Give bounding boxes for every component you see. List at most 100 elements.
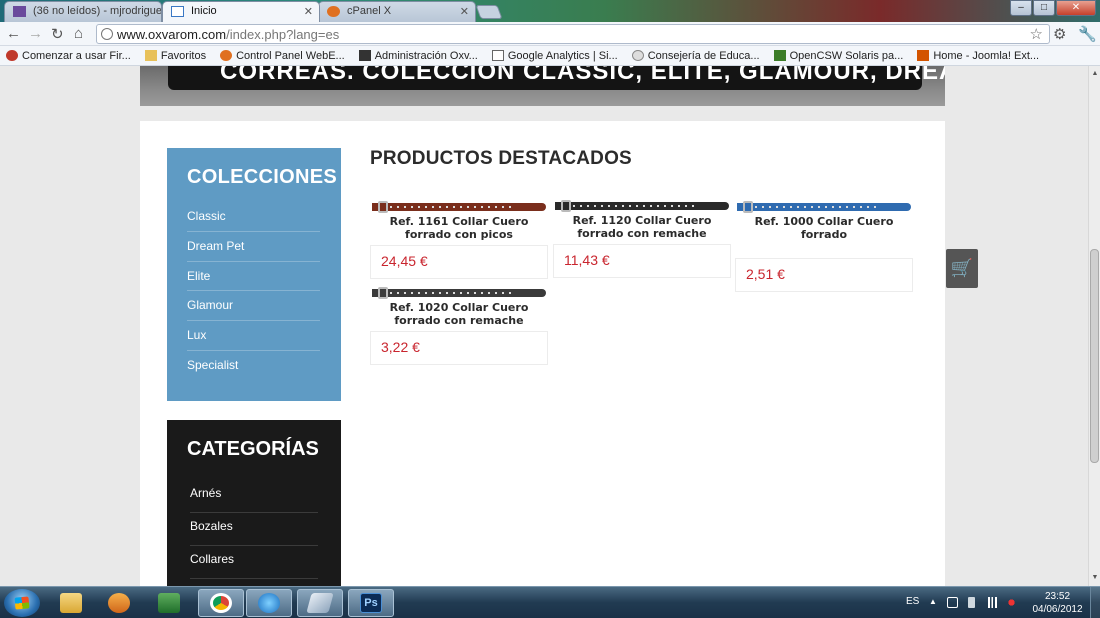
signal-icon[interactable] [986,597,997,608]
bookmark-item[interactable]: Administración Oxv... [358,50,478,62]
colecciones-list: Classic Dream Pet Elite Glamour Lux Spec… [187,202,320,381]
price-box: 24,45 € [370,245,548,279]
chrome-icon [210,593,232,613]
product-image[interactable] [555,200,729,212]
colecciones-panel: COLECCIONES Classic Dream Pet Elite Glam… [167,148,341,401]
coleccion-link-specialist[interactable]: Specialist [187,351,320,381]
coleccion-link-lux[interactable]: Lux [187,321,320,351]
windows-logo-icon [14,596,30,610]
tab-cpanel[interactable]: cPanel X ✕ [318,1,476,22]
url-text: www.oxvarom.com/index.php?lang=es [117,27,340,42]
maximize-button[interactable]: □ [1033,0,1055,16]
product-name[interactable]: Ref. 1000 Collar Cuero forrado [735,215,913,241]
wrench-icon[interactable]: 🔧 [1078,25,1097,43]
taskbar-excel[interactable] [146,589,192,617]
bookmark-item[interactable]: Google Analytics | Si... [491,50,618,62]
battery-icon[interactable] [968,597,975,608]
close-tab-icon[interactable]: ✕ [460,5,469,18]
excel-icon [158,593,180,613]
taskbar-media-player[interactable] [96,589,142,617]
language-indicator[interactable]: ES [906,596,919,607]
bookmark-item[interactable]: Favoritos [144,50,206,62]
minimize-button[interactable]: – [1010,0,1032,16]
app-icon [306,593,334,613]
address-bar[interactable]: www.oxvarom.com/index.php?lang=es ☆ [96,24,1050,44]
taskbar-explorer[interactable] [48,589,94,617]
show-desktop-button[interactable] [1090,587,1100,618]
scroll-up-icon[interactable]: ▲ [1089,68,1100,80]
bookmark-item[interactable]: OpenCSW Solaris pa... [773,50,903,62]
hero-banner[interactable]: CORREAS. COLECCIÓN CLASSIC, ELITE, GLAMO… [140,66,945,106]
volume-muted-icon[interactable] [1006,597,1017,608]
start-button[interactable] [4,589,40,617]
folder-icon [60,593,82,613]
internet-explorer-icon [258,593,280,613]
scroll-thumb[interactable] [1090,249,1099,463]
extension-icon[interactable]: ⚙ [1053,25,1066,43]
window-controls: – □ ✕ [1010,0,1096,16]
close-tab-icon[interactable]: ✕ [304,5,313,18]
coleccion-link-classic[interactable]: Classic [187,202,320,232]
product-image[interactable] [372,287,546,299]
cart-icon: 🛒 [950,258,974,278]
product-name[interactable]: Ref. 1161 Collar Cuero forrado con picos [370,215,548,241]
categorias-title: CATEGORÍAS [187,438,319,460]
taskbar-ie[interactable] [246,589,292,617]
show-hidden-icons-icon[interactable]: ▲ [929,597,937,606]
tab-label: cPanel X [347,5,392,17]
banner-strip: CORREAS. COLECCIÓN CLASSIC, ELITE, GLAMO… [168,66,945,90]
windows-taskbar: Ps ES ▲ 23:52 04/06/2012 [0,586,1100,618]
firefox-icon [6,50,18,61]
page-viewport: CORREAS. COLECCIÓN CLASSIC, ELITE, GLAMO… [0,66,1088,586]
bookmarks-bar: Comenzar a usar Fir... Favoritos Control… [0,46,1100,66]
taskbar-app[interactable] [297,589,343,617]
reload-icon[interactable]: ↻ [51,25,64,43]
product-card[interactable]: Ref. 1161 Collar Cuero forrado con picos… [370,201,548,279]
cart-button[interactable]: 🛒 [946,249,978,288]
bookmark-item[interactable]: Home - Joomla! Ext... [917,50,1039,62]
taskbar-chrome[interactable] [198,589,244,617]
home-icon[interactable]: ⌂ [74,25,83,42]
main-content: COLECCIONES Classic Dream Pet Elite Glam… [140,121,945,586]
categorias-list: Arnés Bozales Collares [190,480,318,579]
coleccion-link-dream-pet[interactable]: Dream Pet [187,232,320,262]
product-image[interactable] [737,201,911,213]
scroll-down-icon[interactable]: ▼ [1089,572,1100,584]
tab-inicio[interactable]: Inicio ✕ [162,1,320,22]
browser-toolbar: ← → ↻ ⌂ www.oxvarom.com/index.php?lang=e… [0,22,1100,46]
bookmark-item[interactable]: Comenzar a usar Fir... [6,50,131,62]
coleccion-link-elite[interactable]: Elite [187,262,320,292]
cpanel-icon [220,50,233,61]
product-price: 11,43 € [564,252,610,268]
bookmark-star-icon[interactable]: ☆ [1030,25,1043,43]
forward-icon[interactable]: → [28,25,43,42]
coleccion-link-glamour[interactable]: Glamour [187,291,320,322]
categoria-link-arnes[interactable]: Arnés [190,480,318,513]
tab-email[interactable]: (36 no leídos) - mjrodrigue [4,1,162,22]
categoria-link-collares[interactable]: Collares [190,546,318,579]
product-image[interactable] [372,201,546,213]
bookmark-item[interactable]: Consejería de Educa... [631,50,760,62]
price-box: 2,51 € [735,258,913,292]
system-clock[interactable]: 23:52 04/06/2012 [1030,590,1085,616]
photoshop-icon: Ps [360,593,382,613]
close-window-button[interactable]: ✕ [1056,0,1096,16]
taskbar-photoshop[interactable]: Ps [348,589,394,617]
cpanel-icon [327,6,340,17]
tab-label: (36 no leídos) - mjrodrigue [33,5,162,17]
featured-title: PRODUCTOS DESTACADOS [370,148,632,169]
bookmark-item[interactable]: Control Panel WebE... [220,50,345,62]
product-card[interactable]: Ref. 1020 Collar Cuero forrado con remac… [370,287,548,365]
product-price: 2,51 € [746,266,785,282]
product-name[interactable]: Ref. 1020 Collar Cuero forrado con remac… [370,301,548,327]
product-card[interactable]: Ref. 1000 Collar Cuero forrado 2,51 € [735,201,913,292]
categoria-link-bozales[interactable]: Bozales [190,513,318,546]
new-tab-button[interactable] [475,5,503,19]
price-box: 11,43 € [553,244,731,278]
product-name[interactable]: Ref. 1120 Collar Cuero forrado con remac… [553,214,731,240]
network-device-icon[interactable] [947,597,958,608]
back-icon[interactable]: ← [6,25,21,42]
page-scrollbar[interactable]: ▲ ▼ [1088,66,1100,586]
product-card[interactable]: Ref. 1120 Collar Cuero forrado con remac… [553,200,731,278]
page-icon [171,6,184,17]
